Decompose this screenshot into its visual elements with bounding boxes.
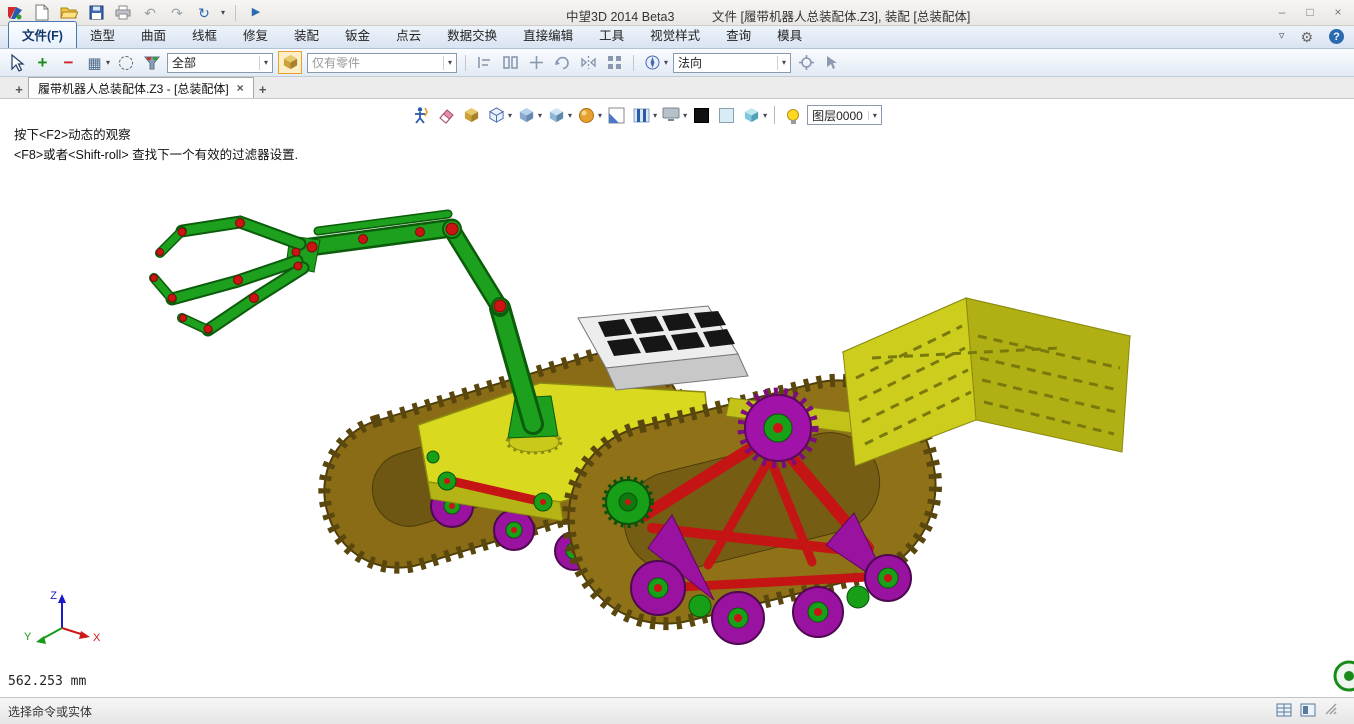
undo-icon[interactable]: ↶ [140, 3, 160, 23]
document-tab-bar: + 履带机器人总装配体.Z3 - [总装配体] × + [0, 77, 1354, 99]
status-bar-right [1276, 702, 1338, 721]
document-tab-label: 履带机器人总装配体.Z3 - [总装配体] [38, 80, 229, 97]
document-tab-active[interactable]: 履带机器人总装配体.Z3 - [总装配体] × [28, 77, 254, 98]
tab-direct-edit[interactable]: 直接编辑 [510, 22, 586, 48]
selection-grid-caret-icon[interactable]: ▾ [106, 58, 110, 67]
tab-visual-style[interactable]: 视觉样式 [637, 22, 713, 48]
viewport-3d[interactable]: 按下<F2>动态的观察 <F8>或者<Shift-roll> 查找下一个有效的过… [0, 99, 1354, 697]
new-file-icon[interactable] [32, 3, 52, 23]
tab-data-exchange[interactable]: 数据交换 [434, 22, 510, 48]
axis-z-label: Z [50, 590, 57, 602]
ribbon-collapse-icon[interactable]: ▿ [1279, 31, 1285, 42]
normal-filter-caret-icon: ▾ [777, 56, 786, 70]
tab-pointcloud[interactable]: 点云 [383, 22, 434, 48]
maximize-button[interactable]: □ [1300, 3, 1320, 21]
window-controls: – □ × [1272, 3, 1348, 21]
redo-icon[interactable]: ↷ [167, 3, 187, 23]
tab-assembly[interactable]: 装配 [281, 22, 332, 48]
help-icon[interactable]: ? [1329, 29, 1344, 44]
zw3d-logo-icon [5, 3, 25, 23]
zw3d-window: ↶ ↷ ↻ ▾ ▶ 中望3D 2014 Beta3 文件 [履带机器人总装配体.… [0, 0, 1354, 724]
mirror-icon[interactable] [578, 52, 599, 73]
toolbar-separator [633, 55, 634, 71]
tab-tools[interactable]: 工具 [586, 22, 637, 48]
tab-repair[interactable]: 修复 [230, 22, 281, 48]
tab-wireframe[interactable]: 线框 [179, 22, 230, 48]
entity-filter-select[interactable]: 全部 ▾ [167, 53, 273, 73]
quick-access-caret-icon[interactable]: ▾ [221, 8, 225, 17]
axis-y-label: Y [24, 631, 32, 643]
entity-filter-value: 全部 [172, 54, 196, 71]
part-only-toggle-icon[interactable] [278, 51, 302, 74]
tab-inquire[interactable]: 查询 [713, 22, 764, 48]
color-filter-icon[interactable] [141, 52, 162, 73]
axes-triad: Z X Y [24, 590, 101, 644]
print-icon[interactable] [113, 3, 133, 23]
remove-selection-icon[interactable]: − [58, 52, 79, 73]
status-bar: 选择命令或实体 [0, 697, 1354, 724]
selection-toolbar: + − ▦ ▾ 全部 ▾ 仅有零件 ▾ [0, 49, 1354, 77]
select-cursor-icon[interactable] [6, 52, 27, 73]
pattern-icon[interactable] [604, 52, 625, 73]
add-selection-icon[interactable]: + [32, 52, 53, 73]
align-icon[interactable] [474, 52, 495, 73]
reference-icon[interactable] [796, 52, 817, 73]
quick-access-toolbar: ↶ ↷ ↻ ▾ ▶ [0, 3, 266, 23]
rotate-icon[interactable] [552, 52, 573, 73]
axis-x-label: X [93, 632, 101, 644]
selection-grid-icon[interactable]: ▦ [84, 52, 105, 73]
refresh-icon[interactable]: ↻ [194, 3, 214, 23]
pick-point-icon[interactable] [822, 52, 843, 73]
part-filter-value: 仅有零件 [312, 54, 360, 71]
save-icon[interactable] [86, 3, 106, 23]
measurement-readout: 562.253 mm [8, 674, 86, 689]
minimize-button[interactable]: – [1272, 3, 1292, 21]
tab-surface[interactable]: 曲面 [128, 22, 179, 48]
table-view-icon[interactable] [1276, 702, 1292, 721]
titlebar-separator [235, 5, 236, 21]
play-icon[interactable]: ▶ [246, 3, 266, 23]
part-filter-select[interactable]: 仅有零件 ▾ [307, 53, 457, 73]
gear-icon[interactable]: ⚙ [1300, 30, 1313, 44]
normal-filter-value: 法向 [678, 54, 702, 71]
constraint-icon[interactable] [500, 52, 521, 73]
resize-grip-icon[interactable] [1324, 702, 1338, 721]
new-document-tab-button[interactable]: + [254, 80, 272, 98]
tab-sheetmetal[interactable]: 钣金 [332, 22, 383, 48]
ribbon-tab-bar: 文件(F) 造型 曲面 线框 修复 装配 钣金 点云 数据交换 直接编辑 工具 … [0, 26, 1354, 49]
robot-model[interactable]: Z X Y [0, 99, 1354, 697]
compass-widget[interactable] [1335, 662, 1354, 690]
doc-pin-icon[interactable]: + [10, 80, 28, 98]
part-filter-caret-icon: ▾ [443, 56, 452, 70]
lasso-icon[interactable] [115, 52, 136, 73]
toolbar-separator [465, 55, 466, 71]
compass-icon[interactable] [642, 52, 663, 73]
entity-filter-caret-icon: ▾ [259, 56, 268, 70]
open-file-icon[interactable] [59, 3, 79, 23]
normal-filter-select[interactable]: 法向 ▾ [673, 53, 791, 73]
ribbon-right-controls: ▿ ⚙ ? [1279, 29, 1344, 44]
document-tab-close-icon[interactable]: × [237, 81, 244, 95]
close-button[interactable]: × [1328, 3, 1348, 21]
tab-file[interactable]: 文件(F) [8, 21, 77, 48]
compass-caret-icon[interactable]: ▾ [664, 58, 668, 67]
display-options-icon[interactable] [1300, 702, 1316, 721]
move-icon[interactable] [526, 52, 547, 73]
status-message: 选择命令或实体 [8, 703, 92, 720]
tab-shape[interactable]: 造型 [77, 22, 128, 48]
cargo-basket[interactable] [843, 298, 1130, 466]
tab-mold[interactable]: 模具 [764, 22, 815, 48]
